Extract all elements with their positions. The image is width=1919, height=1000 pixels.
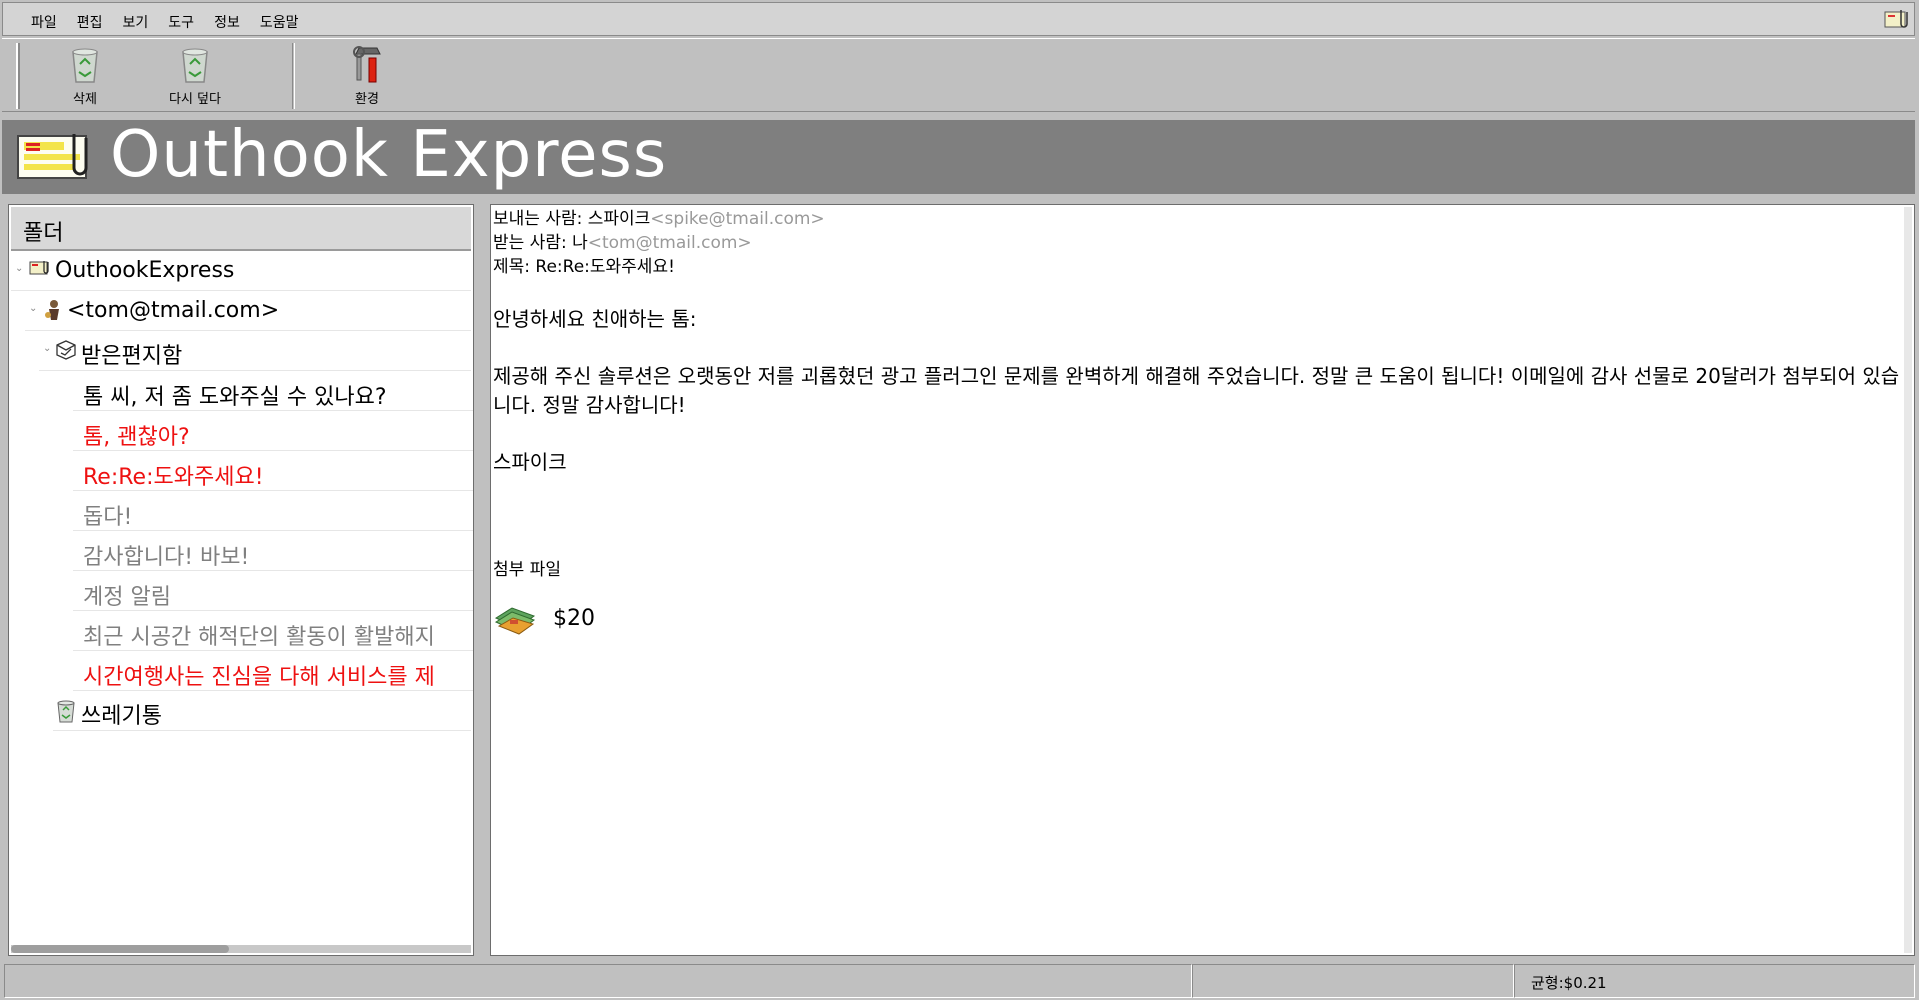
message-body: 제공해 주신 솔루션은 오랫동안 저를 괴롭혔던 광고 플러그인 문제를 완벽하… xyxy=(493,364,1900,417)
menu-view[interactable]: 보기 xyxy=(123,12,149,32)
attachments-title: 첨부 파일 xyxy=(493,560,561,580)
vertical-scrollbar[interactable] xyxy=(1904,207,1912,953)
message-signature: 스파이크 xyxy=(493,450,567,474)
toolbar: 삭제 다시 덮다 환경 xyxy=(2,38,1915,112)
reply-button[interactable]: 다시 덮다 xyxy=(150,43,240,109)
message-item[interactable]: 계정 알림 xyxy=(73,573,473,611)
message-subject: 최근 시공간 해적단의 활동이 활발해지 xyxy=(83,625,435,650)
tools-icon xyxy=(353,46,381,83)
outhook-logo-icon xyxy=(16,130,96,186)
attachment-item[interactable]: $20 xyxy=(493,600,1893,640)
message-subject: 시간여행사는 진심을 다해 서비스를 제 xyxy=(83,665,435,690)
status-bar: 균형:$0.21 xyxy=(4,964,1915,998)
app-title: Outhook Express xyxy=(110,118,668,192)
folder-pane: 폴더 ⌄ OuthookExpress ⌄ <tom@tmail.com> ⌄ … xyxy=(8,204,474,956)
message-subject: 톰, 괜찮아? xyxy=(83,425,190,450)
folder-header: 폴더 xyxy=(11,207,471,251)
status-cell-middle xyxy=(1192,964,1514,998)
message-subject: 톰 씨, 저 좀 도와주실 수 있나요? xyxy=(83,385,387,410)
to-email[interactable]: <tom@tmail.com> xyxy=(588,233,752,253)
app-banner: Outhook Express xyxy=(2,118,1915,194)
chevron-down-icon[interactable]: ⌄ xyxy=(15,263,23,274)
balance-text: 균형:$0.21 xyxy=(1531,974,1607,992)
trash-icon xyxy=(55,699,77,727)
user-icon xyxy=(43,299,63,325)
menu-items: 파일 편집 보기 도구 정보 도움말 xyxy=(31,12,298,32)
menu-file[interactable]: 파일 xyxy=(31,12,57,32)
message-subject: Re:Re:도와주세요! xyxy=(83,465,264,490)
message-item[interactable]: 최근 시공간 해적단의 활동이 활발해지 xyxy=(73,613,473,651)
money-icon[interactable] xyxy=(493,600,539,640)
message-item[interactable]: 톰 씨, 저 좀 도와주실 수 있나요? xyxy=(73,373,473,411)
envelope-icon xyxy=(29,259,51,281)
subject-line: 제목: Re:Re:도와주세요! xyxy=(493,257,675,277)
message-item[interactable]: 감사합니다! 바보! xyxy=(73,533,473,571)
delete-button[interactable]: 삭제 xyxy=(40,43,130,109)
delete-label: 삭제 xyxy=(73,92,97,107)
from-email[interactable]: <spike@tmail.com> xyxy=(650,209,824,229)
tree-trash[interactable]: 쓰레기통 xyxy=(53,693,471,731)
recycle-bin-icon xyxy=(72,48,98,83)
menu-bar: 파일 편집 보기 도구 정보 도움말 xyxy=(2,2,1915,36)
recycle-icon xyxy=(182,48,208,83)
tree-account-label: <tom@tmail.com> xyxy=(67,298,280,323)
from-line: 보내는 사람: 스파이크<spike@tmail.com> xyxy=(493,207,1893,231)
tree-root[interactable]: ⌄ OuthookExpress xyxy=(11,253,471,291)
message-subject: 계정 알림 xyxy=(83,585,171,610)
tree-trash-label: 쓰레기통 xyxy=(81,704,162,729)
folder-header-label: 폴더 xyxy=(23,221,64,246)
attachment-amount: $20 xyxy=(553,606,595,631)
menu-info[interactable]: 정보 xyxy=(214,12,240,32)
tree-root-label: OuthookExpress xyxy=(55,258,235,283)
from-label: 보내는 사람: 스파이크 xyxy=(493,209,651,229)
menu-edit[interactable]: 편집 xyxy=(77,12,103,32)
menu-tools[interactable]: 도구 xyxy=(168,12,194,32)
settings-label: 환경 xyxy=(355,92,379,107)
message-greeting: 안녕하세요 친애하는 톰: xyxy=(493,307,697,331)
message-item[interactable]: 시간여행사는 진심을 다해 서비스를 제 xyxy=(73,653,473,691)
tree-inbox[interactable]: ⌄ 받은편지함 xyxy=(39,333,471,371)
tree-account[interactable]: ⌄ <tom@tmail.com> xyxy=(25,293,471,331)
toolbar-separator xyxy=(292,43,295,109)
chevron-down-icon[interactable]: ⌄ xyxy=(43,343,51,354)
message-pane: 보내는 사람: 스파이크<spike@tmail.com> 받는 사람: 나<t… xyxy=(490,204,1915,956)
message-item[interactable]: 돕다! xyxy=(73,493,473,531)
to-label: 받는 사람: 나 xyxy=(493,233,588,253)
message-item[interactable]: Re:Re:도와주세요! xyxy=(73,453,473,491)
menu-help[interactable]: 도움말 xyxy=(260,12,299,32)
chevron-down-icon[interactable]: ⌄ xyxy=(29,303,37,314)
message-subject: 돕다! xyxy=(83,505,133,530)
envelope-icon xyxy=(1884,8,1910,30)
scrollbar-thumb[interactable] xyxy=(11,945,229,953)
status-cell-main xyxy=(4,964,1192,998)
tree-inbox-label: 받은편지함 xyxy=(81,344,183,369)
message-subject: 감사합니다! 바보! xyxy=(83,545,250,570)
inbox-icon xyxy=(55,339,77,365)
reply-label: 다시 덮다 xyxy=(169,92,221,107)
to-line: 받는 사람: 나<tom@tmail.com> xyxy=(493,231,1893,255)
toolbar-handle[interactable] xyxy=(16,43,20,109)
status-cell-balance: 균형:$0.21 xyxy=(1514,964,1915,998)
message-content: 보내는 사람: 스파이크<spike@tmail.com> 받는 사람: 나<t… xyxy=(493,207,1899,640)
horizontal-scrollbar[interactable] xyxy=(11,945,471,953)
settings-button[interactable]: 환경 xyxy=(322,43,412,109)
message-item[interactable]: 톰, 괜찮아? xyxy=(73,413,473,451)
